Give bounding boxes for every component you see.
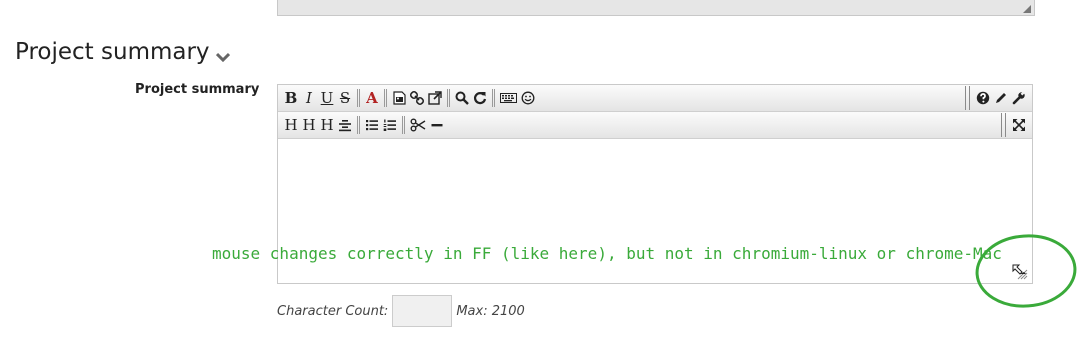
heading1-button[interactable]: H	[282, 114, 300, 136]
horizontal-rule-icon[interactable]	[428, 114, 446, 136]
help-icon[interactable]	[974, 87, 992, 109]
character-count: Character Count: Max: 2100	[277, 294, 525, 328]
toolbar-separator	[384, 89, 387, 107]
align-center-icon[interactable]	[336, 114, 354, 136]
field-label: Project summary	[135, 82, 260, 97]
search-icon[interactable]	[453, 87, 471, 109]
toolbar-separator	[965, 86, 970, 110]
toolbar-separator	[357, 89, 360, 107]
wrench-icon[interactable]	[1010, 87, 1028, 109]
character-count-label: Character Count:	[277, 303, 389, 319]
external-link-icon[interactable]	[426, 87, 444, 109]
annotation-text: mouse changes correctly in FF (like here…	[212, 244, 1002, 263]
bold-button[interactable]: B	[282, 87, 300, 109]
scissors-icon[interactable]	[408, 114, 428, 136]
font-color-button[interactable]: A	[363, 87, 381, 109]
toolbar-row-2: H H H	[278, 112, 1032, 139]
resize-grip-icon[interactable]	[1023, 5, 1031, 13]
strikethrough-button[interactable]: S	[336, 87, 354, 109]
toolbar-separator	[1001, 113, 1006, 137]
keyboard-icon[interactable]	[498, 87, 519, 109]
underline-button[interactable]: U	[318, 87, 336, 109]
link-icon[interactable]	[408, 87, 426, 109]
section-title: Project summary	[15, 39, 210, 65]
toolbar-separator	[357, 116, 360, 134]
numbered-list-icon[interactable]	[381, 114, 399, 136]
toolbar-row-1: B I U S A	[278, 85, 1032, 112]
annotation-circle	[975, 234, 1077, 308]
emoji-icon[interactable]	[519, 87, 537, 109]
section-heading[interactable]: Project summary	[15, 36, 230, 68]
refresh-icon[interactable]	[471, 87, 489, 109]
bulleted-list-icon[interactable]	[363, 114, 381, 136]
pencil-icon[interactable]	[992, 87, 1010, 109]
toolbar-separator	[492, 89, 495, 107]
character-count-max: Max: 2100	[456, 303, 525, 319]
fullscreen-icon[interactable]	[1010, 114, 1028, 136]
italic-button[interactable]: I	[300, 87, 318, 109]
image-icon[interactable]	[390, 87, 408, 109]
toolbar-separator	[402, 116, 405, 134]
heading2-button[interactable]: H	[300, 114, 318, 136]
toolbar-separator	[447, 89, 450, 107]
previous-textarea[interactable]	[277, 0, 1035, 16]
character-count-field	[392, 295, 453, 327]
heading3-button[interactable]: H	[318, 114, 336, 136]
chevron-down-icon[interactable]	[215, 42, 230, 68]
